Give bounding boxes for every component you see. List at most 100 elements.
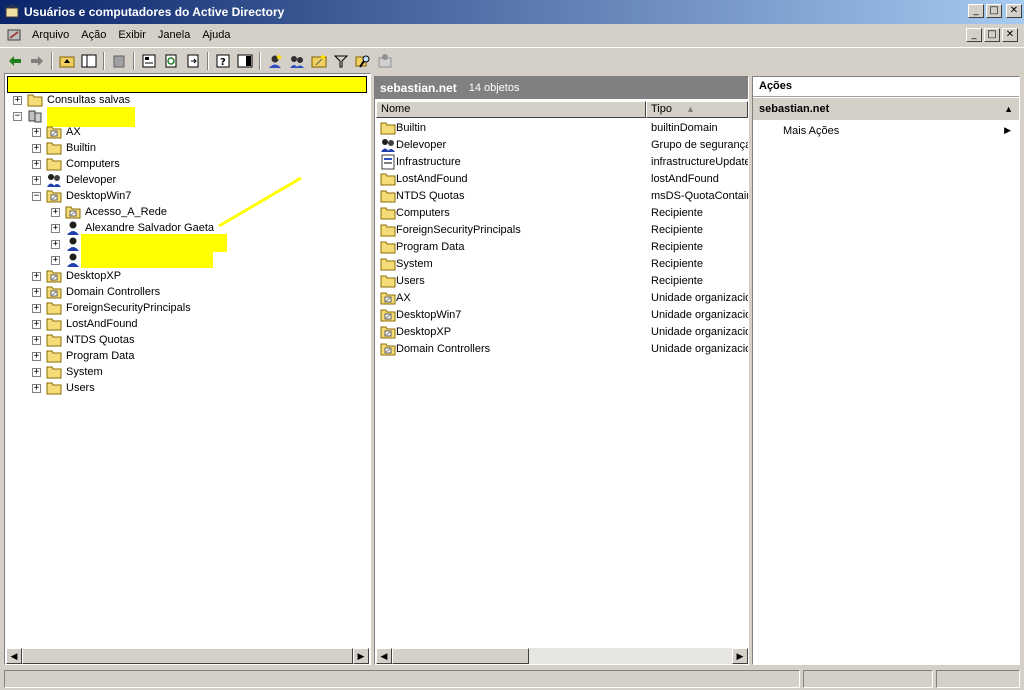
expand-icon[interactable]: +: [32, 175, 41, 185]
tree-item[interactable]: + Builtin: [32, 140, 96, 156]
more-actions-item[interactable]: Mais Ações: [783, 125, 839, 137]
list-item[interactable]: Infrastructure infrastructureUpdate: [375, 153, 748, 170]
child-restore-button[interactable]: □: [984, 28, 1000, 42]
list-item[interactable]: DesktopWin7 Unidade organizacional: [375, 306, 748, 323]
folder-icon: [46, 332, 62, 348]
refresh-icon[interactable]: [160, 50, 182, 72]
menu-arquivo[interactable]: Arquivo: [26, 29, 75, 41]
list-item[interactable]: NTDS Quotas msDS-QuotaContainer: [375, 187, 748, 204]
expand-icon[interactable]: +: [32, 383, 41, 393]
maximize-button[interactable]: □: [986, 4, 1002, 18]
filter-icon[interactable]: [330, 50, 352, 72]
tree-item[interactable]: + NTDS Quotas: [32, 332, 134, 348]
tree-item[interactable]: + ForeignSecurityPrincipals: [32, 300, 191, 316]
expand-icon[interactable]: +: [51, 223, 60, 233]
scroll-left-button[interactable]: ◀: [376, 648, 392, 664]
expand-icon[interactable]: +: [51, 239, 60, 249]
list-item[interactable]: DesktopXP Unidade organizacional: [375, 323, 748, 340]
expand-icon[interactable]: +: [13, 95, 22, 105]
tree-item[interactable]: +: [51, 236, 85, 252]
column-header-type[interactable]: Tipo ▲: [646, 101, 748, 118]
new-ou-icon[interactable]: [308, 50, 330, 72]
column-header-name[interactable]: Nome: [376, 101, 646, 118]
expand-icon[interactable]: +: [32, 351, 41, 361]
expand-icon[interactable]: +: [51, 255, 60, 265]
tree-item[interactable]: + Acesso_A_Rede: [51, 204, 167, 220]
menu-exibir[interactable]: Exibir: [112, 29, 152, 41]
new-group-icon[interactable]: [286, 50, 308, 72]
expand-icon[interactable]: +: [32, 367, 41, 377]
actions-section-header[interactable]: sebastian.net ▲: [753, 98, 1019, 120]
new-user-icon[interactable]: [264, 50, 286, 72]
expand-icon[interactable]: +: [32, 159, 41, 169]
scroll-thumb[interactable]: [22, 648, 353, 664]
expand-icon[interactable]: +: [32, 143, 41, 153]
tree-item[interactable]: + Domain Controllers: [32, 284, 160, 300]
properties-icon[interactable]: [138, 50, 160, 72]
menu-acao[interactable]: Ação: [75, 29, 112, 41]
list-item[interactable]: Program Data Recipiente: [375, 238, 748, 255]
redaction-mark: [81, 250, 213, 268]
scroll-left-button[interactable]: ◀: [6, 648, 22, 664]
expand-icon[interactable]: +: [51, 207, 60, 217]
help-icon[interactable]: ?: [212, 50, 234, 72]
toolbar-separator: [51, 51, 53, 70]
scroll-right-button[interactable]: ▶: [732, 648, 748, 664]
show-hide-tree-icon[interactable]: [78, 50, 100, 72]
tree-item[interactable]: + Computers: [32, 156, 120, 172]
list-item[interactable]: Builtin builtinDomain: [375, 119, 748, 136]
tree-hscrollbar[interactable]: ◀ ▶: [6, 648, 369, 664]
tree-root-redacted[interactable]: [7, 76, 367, 93]
menu-janela[interactable]: Janela: [152, 29, 196, 41]
menu-bar: Arquivo Ação Exibir Janela Ajuda _ □ ✕: [0, 24, 1024, 46]
list-item[interactable]: Domain Controllers Unidade organizacional: [375, 340, 748, 357]
expand-icon[interactable]: +: [32, 287, 41, 297]
list-item[interactable]: LostAndFound lostAndFound: [375, 170, 748, 187]
list-item[interactable]: ForeignSecurityPrincipals Recipiente: [375, 221, 748, 238]
expand-icon[interactable]: +: [32, 303, 41, 313]
delete-icon[interactable]: [108, 50, 130, 72]
child-close-button[interactable]: ✕: [1002, 28, 1018, 42]
tree-item[interactable]: + Users: [32, 380, 95, 396]
expand-icon[interactable]: +: [32, 271, 41, 281]
results-hscrollbar[interactable]: ◀ ▶: [376, 648, 748, 664]
list-item[interactable]: Users Recipiente: [375, 272, 748, 289]
export-list-icon[interactable]: [182, 50, 204, 72]
list-item[interactable]: System Recipiente: [375, 255, 748, 272]
tree-item[interactable]: + Consultas salvas: [13, 92, 130, 108]
expand-icon[interactable]: +: [32, 335, 41, 345]
close-button[interactable]: ✕: [1006, 4, 1022, 18]
forward-icon[interactable]: [26, 50, 48, 72]
minimize-button[interactable]: _: [968, 4, 984, 18]
tree-item[interactable]: + DesktopXP: [32, 268, 121, 284]
results-pane[interactable]: sebastian.net 14 objetos Nome Tipo ▲ Buil…: [374, 76, 749, 665]
scroll-right-button[interactable]: ▶: [353, 648, 369, 664]
list-item[interactable]: AX Unidade organizacional: [375, 289, 748, 306]
tree-item[interactable]: −: [13, 108, 47, 124]
collapse-icon[interactable]: −: [13, 111, 22, 121]
tree-item[interactable]: + Program Data: [32, 348, 134, 364]
tree-pane[interactable]: + Consultas salvas − + AX + Builtin + Computers +…: [4, 73, 371, 665]
ou-icon: [65, 204, 81, 220]
expand-icon[interactable]: +: [32, 127, 41, 137]
tree-item[interactable]: − DesktopWin7: [32, 188, 131, 204]
tree-item[interactable]: +: [51, 252, 85, 268]
menu-ajuda[interactable]: Ajuda: [196, 29, 236, 41]
list-item[interactable]: Delevoper Grupo de segurança: [375, 136, 748, 153]
up-folder-icon[interactable]: [56, 50, 78, 72]
collapse-up-icon[interactable]: ▲: [1004, 98, 1013, 120]
tree-item[interactable]: + System: [32, 364, 103, 380]
child-minimize-button[interactable]: _: [966, 28, 982, 42]
tree-item[interactable]: + AX: [32, 124, 81, 140]
list-item[interactable]: Computers Recipiente: [375, 204, 748, 221]
back-icon[interactable]: [4, 50, 26, 72]
expand-icon[interactable]: +: [32, 319, 41, 329]
add-to-group-icon[interactable]: [374, 50, 396, 72]
show-hide-action-pane-icon[interactable]: [234, 50, 256, 72]
collapse-icon[interactable]: −: [32, 191, 41, 201]
scroll-thumb[interactable]: [392, 648, 529, 664]
find-icon[interactable]: [352, 50, 374, 72]
tree-item[interactable]: + Delevoper: [32, 172, 116, 188]
tree-item[interactable]: + LostAndFound: [32, 316, 138, 332]
mmc-icon[interactable]: [6, 27, 22, 43]
